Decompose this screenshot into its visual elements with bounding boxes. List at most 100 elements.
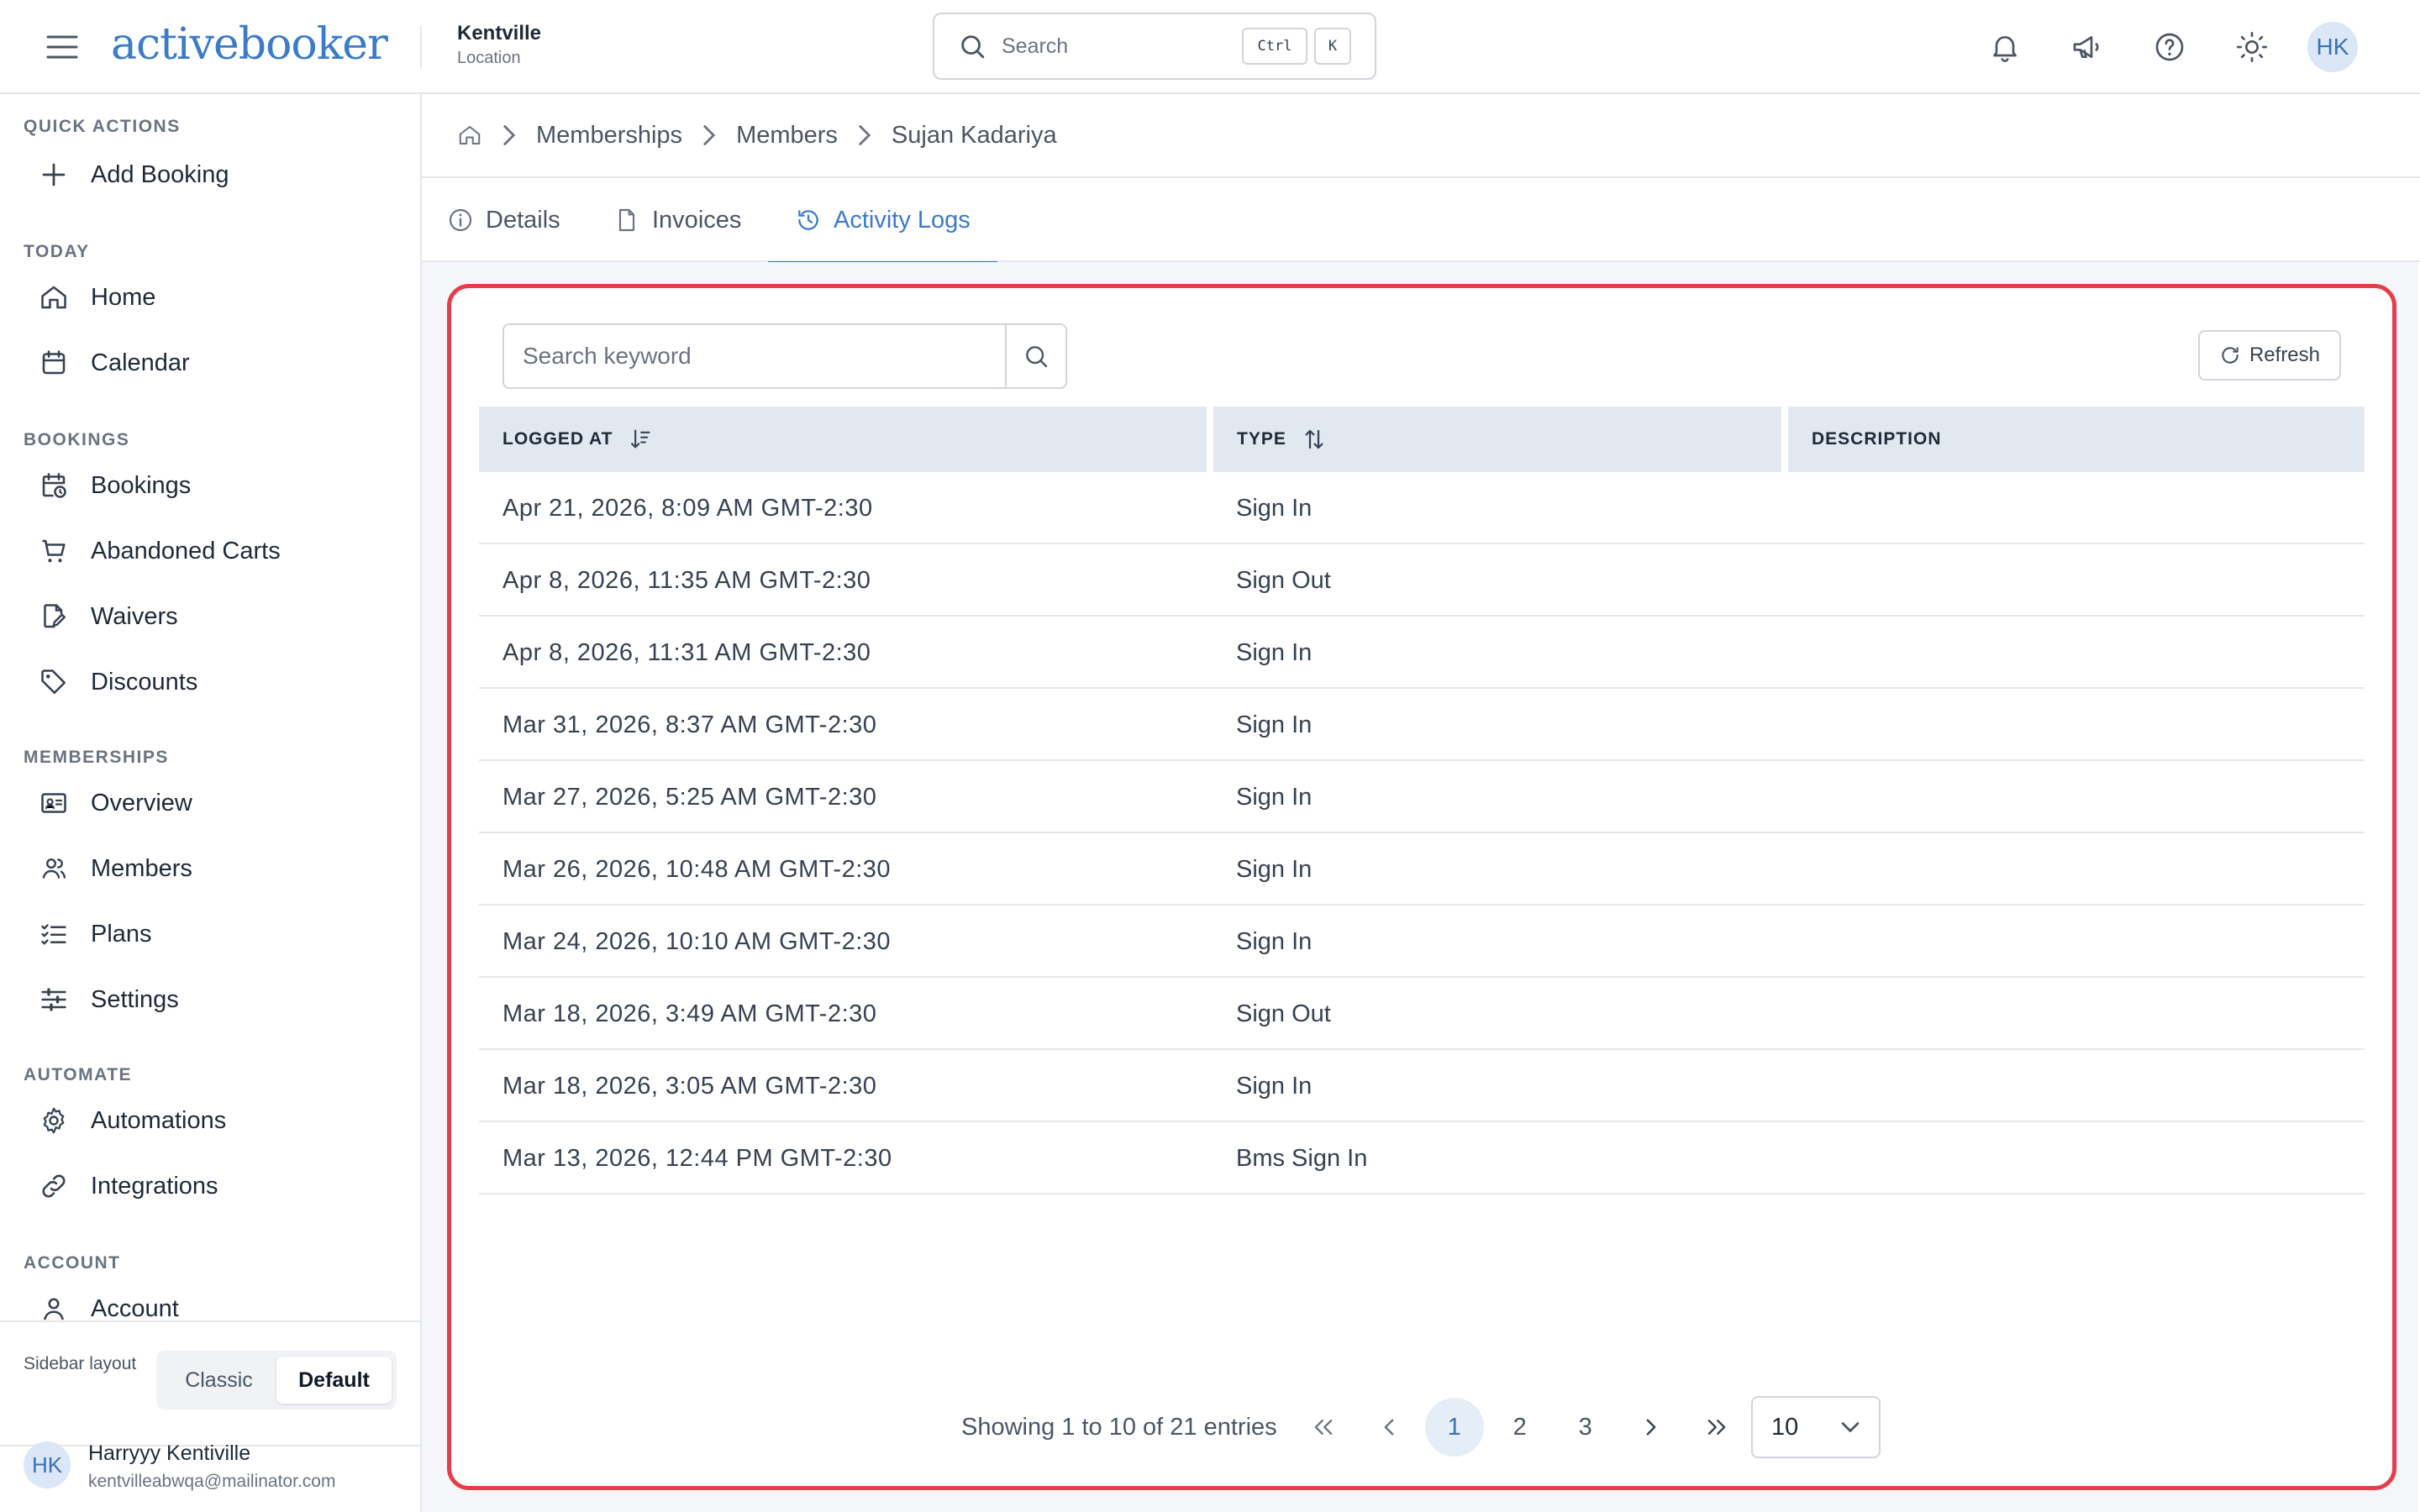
last-page-icon[interactable] xyxy=(1687,1398,1746,1457)
table-row[interactable]: Mar 26, 2026, 10:48 AM GMT-2:30 Sign In xyxy=(479,833,2365,906)
sort-icon[interactable] xyxy=(1302,427,1327,452)
shortcut-k: K xyxy=(1314,28,1351,65)
prev-page-icon[interactable] xyxy=(1360,1398,1418,1457)
file-icon xyxy=(613,207,640,234)
plus-icon xyxy=(24,160,84,190)
chevron-right-icon xyxy=(501,123,518,147)
top-header: activebooker Kentville Location Search C… xyxy=(0,0,2420,94)
chevron-down-icon xyxy=(1840,1420,1860,1434)
brand-name: activebooker xyxy=(111,19,388,70)
home-icon[interactable] xyxy=(457,123,482,148)
column-header-label: LOGGED AT xyxy=(502,429,613,449)
header-divider xyxy=(420,25,422,69)
table-row[interactable]: Mar 31, 2026, 8:37 AM GMT-2:30 Sign In xyxy=(479,689,2365,761)
column-header-logged-at[interactable]: LOGGED AT xyxy=(479,407,1207,472)
layout-option-classic[interactable]: Classic xyxy=(161,1357,276,1404)
cell-type: Sign In xyxy=(1236,494,1313,522)
sidebar-item-home[interactable]: Home xyxy=(24,270,398,324)
column-header-label: TYPE xyxy=(1237,429,1286,449)
sidebar-item-label: Home xyxy=(91,283,156,311)
sidebar-item-bookings[interactable]: Bookings xyxy=(24,459,398,512)
sidebar-item-integrations[interactable]: Integrations xyxy=(24,1159,398,1213)
cell-logged-at: Mar 27, 2026, 5:25 AM GMT-2:30 xyxy=(502,783,877,811)
sidebar: QUICK ACTIONS Add Booking TODAY Home Cal… xyxy=(0,94,422,1512)
table-row[interactable]: Apr 21, 2026, 8:09 AM GMT-2:30 Sign In xyxy=(479,472,2365,544)
refresh-label: Refresh xyxy=(2249,344,2321,366)
global-search[interactable]: Search Ctrl K xyxy=(933,13,1376,80)
search-placeholder: Search xyxy=(1002,34,1069,58)
table-row[interactable]: Mar 27, 2026, 5:25 AM GMT-2:30 Sign In xyxy=(479,761,2365,833)
breadcrumb-members[interactable]: Members xyxy=(736,122,838,150)
table-row[interactable]: Apr 8, 2026, 11:35 AM GMT-2:30 Sign Out xyxy=(479,544,2365,617)
page-size-select[interactable]: 10 xyxy=(1751,1396,1881,1458)
refresh-icon xyxy=(2219,344,2241,366)
calendar-icon xyxy=(24,348,84,378)
sidebar-item-overview[interactable]: Overview xyxy=(24,776,398,830)
tab-activity-logs[interactable]: Activity Logs xyxy=(768,178,997,264)
sidebar-item-members[interactable]: Members xyxy=(24,842,398,895)
keyword-search xyxy=(502,323,1067,389)
cell-logged-at: Mar 18, 2026, 3:49 AM GMT-2:30 xyxy=(502,1000,877,1027)
keyword-search-input[interactable] xyxy=(504,325,1005,387)
tab-label: Invoices xyxy=(652,206,742,234)
cell-type: Sign Out xyxy=(1236,1000,1331,1027)
megaphone-icon[interactable] xyxy=(2064,24,2111,71)
sidebar-layout-label: Sidebar layout xyxy=(24,1354,137,1373)
table-row[interactable]: Mar 18, 2026, 3:05 AM GMT-2:30 Sign In xyxy=(479,1050,2365,1122)
table-row[interactable]: Apr 8, 2026, 11:31 AM GMT-2:30 Sign In xyxy=(479,617,2365,689)
section-title-automate: AUTOMATE xyxy=(24,1065,133,1084)
cell-logged-at: Apr 21, 2026, 8:09 AM GMT-2:30 xyxy=(502,494,873,522)
table-row[interactable]: Mar 18, 2026, 3:49 AM GMT-2:30 Sign Out xyxy=(479,978,2365,1050)
sidebar-item-plans[interactable]: Plans xyxy=(24,907,398,961)
sort-descending-icon[interactable] xyxy=(629,427,652,452)
next-page-icon[interactable] xyxy=(1622,1398,1681,1457)
breadcrumb-memberships[interactable]: Memberships xyxy=(536,122,682,150)
column-header-label: DESCRIPTION xyxy=(1812,429,1942,449)
sidebar-item-abandoned-carts[interactable]: Abandoned Carts xyxy=(24,524,398,578)
page-button-1[interactable]: 1 xyxy=(1424,1398,1484,1457)
users-icon xyxy=(24,853,84,884)
section-title-bookings: BOOKINGS xyxy=(24,430,130,449)
cell-logged-at: Mar 26, 2026, 10:48 AM GMT-2:30 xyxy=(502,855,892,883)
sidebar-item-automations[interactable]: Automations xyxy=(24,1094,398,1147)
column-header-description[interactable]: DESCRIPTION xyxy=(1788,407,2365,472)
column-header-type[interactable]: TYPE xyxy=(1213,407,1781,472)
first-page-icon[interactable] xyxy=(1294,1398,1353,1457)
sidebar-item-add-booking[interactable]: Add Booking xyxy=(24,148,398,202)
sidebar-item-calendar[interactable]: Calendar xyxy=(24,336,398,390)
layout-option-default[interactable]: Default xyxy=(276,1357,392,1404)
help-icon[interactable] xyxy=(2146,24,2193,71)
tab-invoices[interactable]: Invoices xyxy=(613,178,741,262)
sidebar-item-label: Overview xyxy=(91,789,192,816)
location-name[interactable]: Kentville xyxy=(457,22,541,45)
chevron-right-icon xyxy=(701,123,718,147)
sidebar-item-label: Integrations xyxy=(91,1172,218,1200)
sidebar-item-settings[interactable]: Settings xyxy=(24,973,398,1026)
page-button-2[interactable]: 2 xyxy=(1491,1398,1549,1457)
bell-icon[interactable] xyxy=(1981,24,2028,71)
section-title-memberships: MEMBERSHIPS xyxy=(24,748,169,767)
table-row[interactable]: Mar 24, 2026, 10:10 AM GMT-2:30 Sign In xyxy=(479,906,2365,978)
user-name: Harryyy Kentiville xyxy=(88,1441,251,1465)
location-label: Location xyxy=(457,49,521,67)
page-size-value: 10 xyxy=(1771,1413,1799,1441)
section-title-quick-actions: QUICK ACTIONS xyxy=(24,117,181,136)
page-button-3[interactable]: 3 xyxy=(1556,1398,1615,1457)
search-icon[interactable] xyxy=(1005,325,1065,387)
sidebar-item-label: Calendar xyxy=(91,349,190,376)
sidebar-item-waivers[interactable]: Waivers xyxy=(24,590,398,643)
cell-type: Sign In xyxy=(1236,1072,1313,1100)
pagination-info: Showing 1 to 10 of 21 entries xyxy=(961,1413,1277,1441)
user-avatar[interactable]: HK xyxy=(24,1441,71,1488)
calendar-clock-icon xyxy=(24,470,84,501)
avatar[interactable]: HK xyxy=(2307,22,2358,72)
brand-logo[interactable]: activebooker xyxy=(111,15,388,74)
menu-icon[interactable] xyxy=(42,29,82,66)
sidebar-item-discounts[interactable]: Discounts xyxy=(24,655,398,709)
sun-icon[interactable] xyxy=(2228,24,2275,71)
tab-details[interactable]: Details xyxy=(447,178,560,262)
refresh-button[interactable]: Refresh xyxy=(2198,330,2341,381)
sidebar-item-label: Plans xyxy=(91,920,152,948)
table-row[interactable]: Mar 13, 2026, 12:44 PM GMT-2:30 Bms Sign… xyxy=(479,1122,2365,1194)
cell-type: Sign In xyxy=(1236,711,1313,738)
